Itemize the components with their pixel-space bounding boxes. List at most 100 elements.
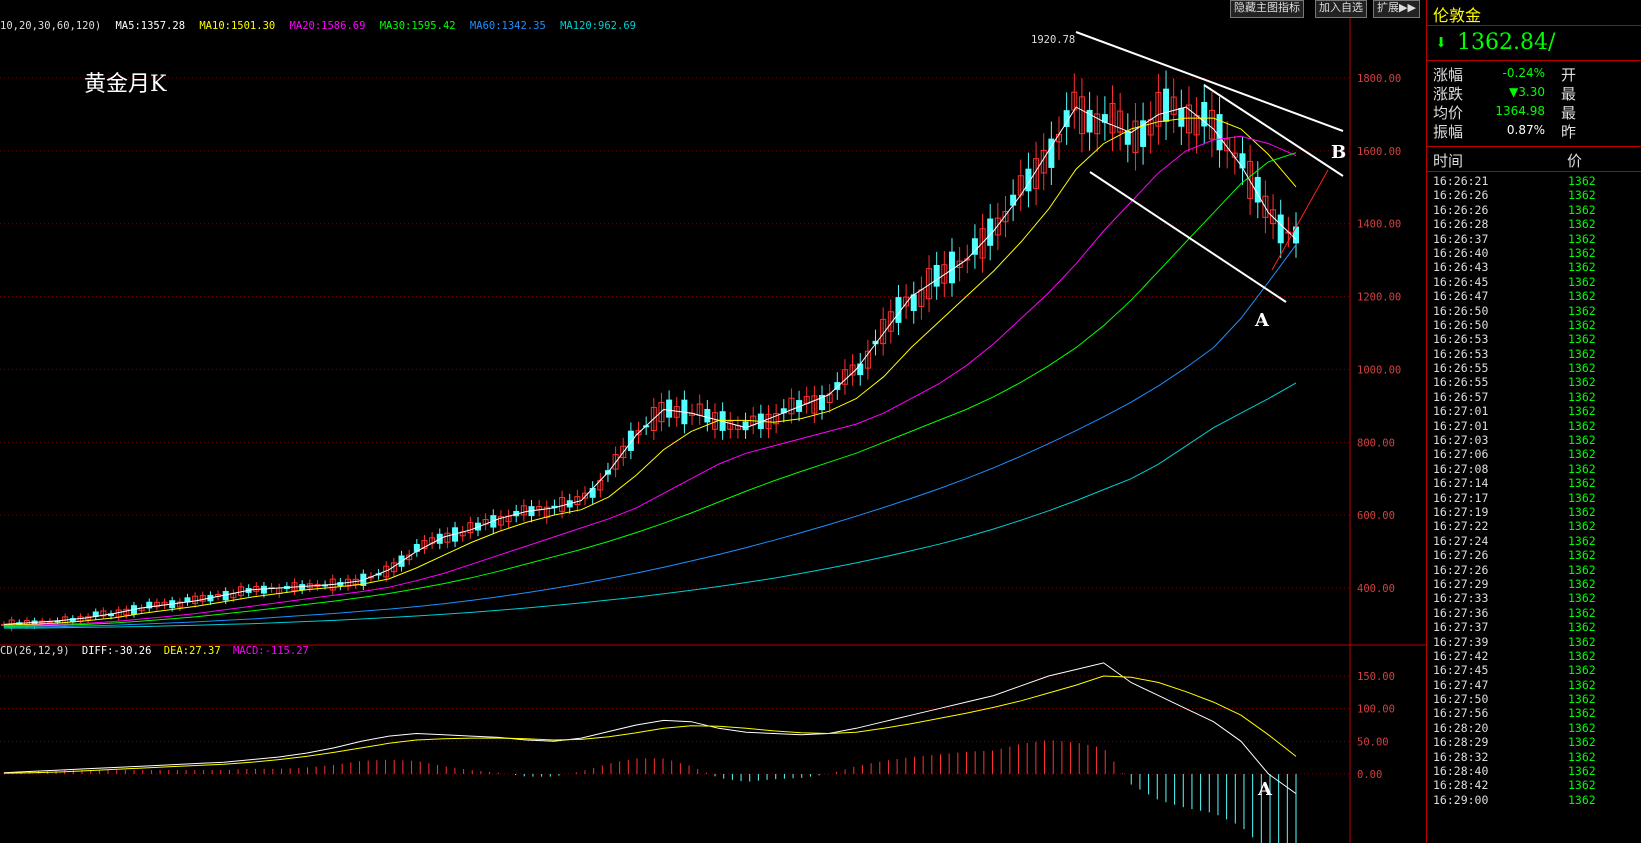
candle-body <box>948 251 955 284</box>
tick-row[interactable]: 16:26:55 1362 <box>1433 361 1641 375</box>
tick-time: 16:26:50 <box>1433 303 1489 318</box>
tick-row[interactable]: 16:26:26 1362 <box>1433 203 1641 217</box>
tick-time: 16:26:45 <box>1433 274 1489 289</box>
tick-row[interactable]: 16:26:45 1362 <box>1433 275 1641 289</box>
tick-row[interactable]: 16:26:43 1362 <box>1433 260 1641 274</box>
kline-chart-svg[interactable]: 1800.00 1600.00 1400.00 1200.00 1000.00 800.0… <box>0 0 1426 843</box>
tick-price: 1362 <box>1568 174 1596 188</box>
macd-tick-label: 100.00 <box>1357 704 1395 716</box>
tick-time: 16:26:47 <box>1433 289 1489 304</box>
tick-time: 16:28:20 <box>1433 720 1489 735</box>
tick-time: 16:28:32 <box>1433 749 1489 764</box>
tick-price: 1362 <box>1568 591 1596 606</box>
stat-label: 涨幅 <box>1433 66 1464 84</box>
tick-time: 16:27:37 <box>1433 620 1489 635</box>
tick-price: 1362 <box>1568 404 1596 419</box>
hide-indicator-button[interactable]: 隐藏主图指标 <box>1230 0 1304 18</box>
tick-time: 16:27:42 <box>1433 648 1489 663</box>
macd-tick-label: 50.00 <box>1357 736 1389 748</box>
tick-row[interactable]: 16:27:26 1362 <box>1433 563 1641 577</box>
tick-price: 1362 <box>1568 663 1596 678</box>
tick-row[interactable]: 16:27:45 1362 <box>1433 663 1641 677</box>
candle-body <box>704 409 711 423</box>
tick-row[interactable]: 16:27:01 1362 <box>1433 419 1641 433</box>
stat-value: -0.24% <box>1502 66 1545 80</box>
tick-row[interactable]: 16:27:47 1362 <box>1433 678 1641 692</box>
tick-row[interactable]: 16:27:17 1362 <box>1433 491 1641 505</box>
tick-price: 1362 <box>1568 648 1596 663</box>
tick-price: 1362 <box>1568 749 1596 764</box>
time-column-header: 时间 <box>1433 152 1464 170</box>
tick-row[interactable]: 16:27:14 1362 <box>1433 476 1641 490</box>
tick-time: 16:26:26 <box>1433 202 1489 217</box>
dea-legend: DEA:27.37 <box>163 645 221 657</box>
tick-row[interactable]: 16:27:42 1362 <box>1433 649 1641 663</box>
tick-row[interactable]: 16:29:00 1362 <box>1433 793 1641 807</box>
tick-row[interactable]: 16:28:32 1362 <box>1433 750 1641 764</box>
tick-row[interactable]: 16:27:26 1362 <box>1433 548 1641 562</box>
tick-row[interactable]: 16:26:55 1362 <box>1433 375 1641 389</box>
tick-row[interactable]: 16:27:56 1362 <box>1433 706 1641 720</box>
tick-price: 1362 <box>1568 476 1596 491</box>
tick-row[interactable]: 16:27:03 1362 <box>1433 433 1641 447</box>
tick-row[interactable]: 16:26:47 1362 <box>1433 289 1641 303</box>
price-tick-label: 1000.00 <box>1357 364 1401 376</box>
tick-time: 16:26:55 <box>1433 361 1489 376</box>
tick-row[interactable]: 16:26:53 1362 <box>1433 347 1641 361</box>
tick-row[interactable]: 16:27:01 1362 <box>1433 404 1641 418</box>
panel-divider <box>1427 171 1641 172</box>
tick-row[interactable]: 16:27:08 1362 <box>1433 462 1641 476</box>
tick-row[interactable]: 16:26:26 1362 <box>1433 188 1641 202</box>
tick-row[interactable]: 16:28:29 1362 <box>1433 735 1641 749</box>
ma20-legend: MA20:1586.69 <box>289 20 366 32</box>
chart-area[interactable]: 1800.00 1600.00 1400.00 1200.00 1000.00 800.0… <box>0 0 1426 843</box>
tick-time: 16:26:57 <box>1433 389 1489 404</box>
tick-row[interactable]: 16:26:40 1362 <box>1433 246 1641 260</box>
tick-row[interactable]: 16:26:28 1362 <box>1433 217 1641 231</box>
tick-row[interactable]: 16:27:50 1362 <box>1433 692 1641 706</box>
tick-row[interactable]: 16:28:20 1362 <box>1433 721 1641 735</box>
tick-row[interactable]: 16:27:39 1362 <box>1433 635 1641 649</box>
stat-value: ▼3.30 <box>1509 85 1545 99</box>
tick-row[interactable]: 16:27:29 1362 <box>1433 577 1641 591</box>
tick-row[interactable]: 16:27:06 1362 <box>1433 447 1641 461</box>
tick-time: 16:27:33 <box>1433 591 1489 606</box>
tick-price: 1362 <box>1568 692 1596 707</box>
macd-value-legend: MACD:-115.27 <box>232 645 309 657</box>
tick-price: 1362 <box>1568 389 1596 404</box>
add-watchlist-button[interactable]: 加入自选 <box>1315 0 1367 18</box>
tick-list[interactable]: 16:26:21 1362 16:26:26 1362 16:26:26 1362 16:2… <box>1433 174 1641 807</box>
tick-row[interactable]: 16:26:50 1362 <box>1433 318 1641 332</box>
tick-time: 16:27:39 <box>1433 634 1489 649</box>
expand-button[interactable]: 扩展▶▶ <box>1373 0 1420 18</box>
tick-time: 16:26:28 <box>1433 217 1489 232</box>
tick-price: 1362 <box>1568 533 1596 548</box>
tick-row[interactable]: 16:26:21 1362 <box>1433 174 1641 188</box>
tick-time: 16:26:37 <box>1433 231 1489 246</box>
tick-row[interactable]: 16:27:36 1362 <box>1433 606 1641 620</box>
tick-time: 16:27:22 <box>1433 519 1489 534</box>
tick-row[interactable]: 16:28:42 1362 <box>1433 778 1641 792</box>
tick-price: 1362 <box>1568 332 1596 347</box>
tick-row[interactable]: 16:27:37 1362 <box>1433 620 1641 634</box>
tick-price: 1362 <box>1568 634 1596 649</box>
tick-row[interactable]: 16:26:53 1362 <box>1433 332 1641 346</box>
stat-extra: 昨 <box>1561 123 1577 141</box>
tick-row[interactable]: 16:27:22 1362 <box>1433 519 1641 533</box>
tick-row[interactable]: 16:27:24 1362 <box>1433 534 1641 548</box>
candle-body <box>895 297 902 323</box>
tick-row[interactable]: 16:26:37 1362 <box>1433 232 1641 246</box>
stat-label: 均价 <box>1433 104 1464 122</box>
candle-body <box>1163 88 1170 122</box>
tick-row[interactable]: 16:28:40 1362 <box>1433 764 1641 778</box>
tick-row[interactable]: 16:26:57 1362 <box>1433 390 1641 404</box>
tick-row[interactable]: 16:27:33 1362 <box>1433 591 1641 605</box>
price-tick-label: 600.00 <box>1357 510 1395 522</box>
stat-value: 1364.98 <box>1495 104 1545 118</box>
tick-row[interactable]: 16:27:19 1362 <box>1433 505 1641 519</box>
tick-time: 16:27:47 <box>1433 677 1489 692</box>
price-tick-label: 1400.00 <box>1357 219 1401 231</box>
tick-time: 16:27:24 <box>1433 533 1489 548</box>
tick-row[interactable]: 16:26:50 1362 <box>1433 304 1641 318</box>
tick-time: 16:27:19 <box>1433 504 1489 519</box>
